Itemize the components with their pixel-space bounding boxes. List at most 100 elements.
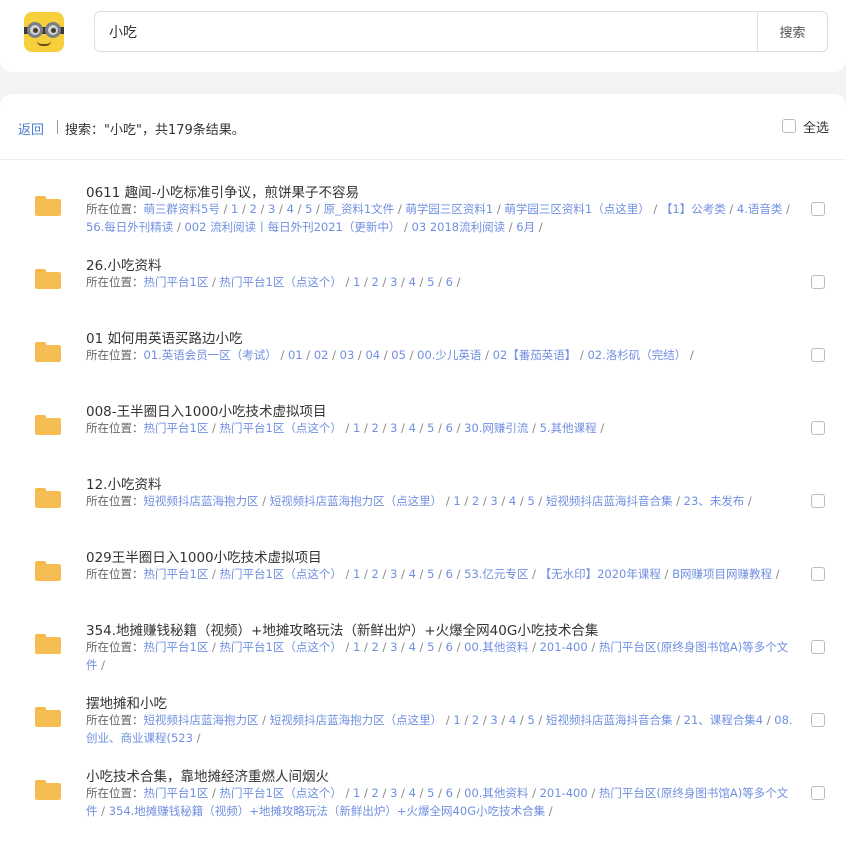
path-segment-link[interactable]: 201-400 bbox=[540, 640, 588, 654]
result-title[interactable]: 008-王半圈日入1000小吃技术虚拟项目 bbox=[86, 400, 327, 420]
path-segment-link[interactable]: 5 bbox=[527, 713, 534, 727]
path-segment-link[interactable]: 热门平台1区（点这个） bbox=[220, 421, 342, 435]
path-segment-link[interactable]: 02【番茄英语】 bbox=[493, 348, 577, 362]
result-checkbox[interactable] bbox=[811, 348, 825, 362]
path-segment-link[interactable]: 2 bbox=[372, 421, 379, 435]
search-button[interactable]: 搜索 bbox=[757, 12, 827, 51]
path-segment-link[interactable]: 1 bbox=[453, 713, 460, 727]
path-segment-link[interactable]: 01.英语会员一区（考试） bbox=[144, 348, 277, 362]
path-segment-link[interactable]: 2 bbox=[372, 275, 379, 289]
path-segment-link[interactable]: 热门平台1区（点这个） bbox=[220, 567, 342, 581]
select-all-box[interactable] bbox=[782, 119, 796, 133]
minion-logo-icon[interactable] bbox=[24, 12, 64, 52]
path-segment-link[interactable]: 002 流利阅读丨每日外刊2021（更新中） bbox=[184, 220, 400, 234]
path-segment-link[interactable]: 30.网赚引流 bbox=[464, 421, 528, 435]
result-checkbox[interactable] bbox=[811, 640, 825, 654]
path-segment-link[interactable]: 短视频抖店蓝海抱力区（点这里） bbox=[270, 713, 443, 727]
path-segment-link[interactable]: 4 bbox=[409, 275, 416, 289]
result-row[interactable]: 354.地摊赚钱秘籍（视频）+地摊攻略玩法（新鲜出炉）+火爆全网40G小吃技术合… bbox=[0, 599, 846, 672]
result-row[interactable]: 12.小吃资料 所在位置：短视频抖店蓝海抱力区 / 短视频抖店蓝海抱力区（点这里）… bbox=[0, 453, 846, 526]
path-segment-link[interactable]: 354.地摊赚钱秘籍（视频）+地摊攻略玩法（新鲜出炉）+火爆全网40G小吃技术合… bbox=[109, 804, 545, 818]
path-segment-link[interactable]: 03 bbox=[340, 348, 355, 362]
path-segment-link[interactable]: 4 bbox=[287, 202, 294, 216]
path-segment-link[interactable]: 短视频抖店蓝海抖音合集 bbox=[546, 713, 673, 727]
result-checkbox[interactable] bbox=[811, 202, 825, 216]
result-title[interactable]: 12.小吃资料 bbox=[86, 473, 161, 493]
path-segment-link[interactable]: 【无水印】2020年课程 bbox=[540, 567, 661, 581]
path-segment-link[interactable]: 热门平台1区 bbox=[144, 786, 209, 800]
result-title[interactable]: 029王半圈日入1000小吃技术虚拟项目 bbox=[86, 546, 322, 566]
path-segment-link[interactable]: 热门平台1区（点这个） bbox=[220, 275, 342, 289]
back-link[interactable]: 返回 bbox=[18, 119, 44, 138]
result-checkbox[interactable] bbox=[811, 786, 825, 800]
path-segment-link[interactable]: 热门平台1区 bbox=[144, 275, 209, 289]
result-row[interactable]: 008-王半圈日入1000小吃技术虚拟项目 所在位置：热门平台1区 / 热门平台1… bbox=[0, 380, 846, 453]
path-segment-link[interactable]: 4.语音类 bbox=[737, 202, 782, 216]
result-title[interactable]: 354.地摊赚钱秘籍（视频）+地摊攻略玩法（新鲜出炉）+火爆全网40G小吃技术合… bbox=[86, 619, 598, 639]
path-segment-link[interactable]: 00.其他资料 bbox=[464, 786, 528, 800]
path-segment-link[interactable]: 53.亿元专区 bbox=[464, 567, 528, 581]
path-segment-link[interactable]: 3 bbox=[490, 713, 497, 727]
result-row[interactable]: 26.小吃资料 所在位置：热门平台1区 / 热门平台1区（点这个） / 1 / 2… bbox=[0, 234, 846, 307]
path-segment-link[interactable]: 02 bbox=[314, 348, 329, 362]
select-all-checkbox[interactable]: 全选 bbox=[782, 118, 829, 136]
path-segment-link[interactable]: 00.少儿英语 bbox=[417, 348, 481, 362]
result-title[interactable]: 26.小吃资料 bbox=[86, 254, 161, 274]
path-segment-link[interactable]: 1 bbox=[453, 494, 460, 508]
path-segment-link[interactable]: 6月 bbox=[516, 220, 535, 234]
result-row[interactable]: 01 如何用英语买路边小吃 所在位置：01.英语会员一区（考试） / 01 / 0… bbox=[0, 307, 846, 380]
path-segment-link[interactable]: 6 bbox=[446, 275, 453, 289]
path-segment-link[interactable]: 2 bbox=[372, 786, 379, 800]
path-segment-link[interactable]: 3 bbox=[490, 494, 497, 508]
result-checkbox[interactable] bbox=[811, 494, 825, 508]
path-segment-link[interactable]: 5 bbox=[527, 494, 534, 508]
result-checkbox[interactable] bbox=[811, 421, 825, 435]
path-segment-link[interactable]: 4 bbox=[409, 567, 416, 581]
path-segment-link[interactable]: 短视频抖店蓝海抖音合集 bbox=[546, 494, 673, 508]
path-segment-link[interactable]: 04 bbox=[365, 348, 380, 362]
path-segment-link[interactable]: 【1】公考类 bbox=[661, 202, 726, 216]
path-segment-link[interactable]: 热门平台1区（点这个） bbox=[220, 786, 342, 800]
path-segment-link[interactable]: 热门平台1区 bbox=[144, 421, 209, 435]
path-segment-link[interactable]: 4 bbox=[409, 786, 416, 800]
path-segment-link[interactable]: 短视频抖店蓝海抱力区 bbox=[144, 713, 259, 727]
path-segment-link[interactable]: 6 bbox=[446, 640, 453, 654]
path-segment-link[interactable]: 2 bbox=[372, 567, 379, 581]
result-row[interactable]: 小吃技术合集，靠地摊经济重燃人间烟火 所在位置：热门平台1区 / 热门平台1区（点… bbox=[0, 745, 846, 818]
path-segment-link[interactable]: B网赚项目网赚教程 bbox=[672, 567, 772, 581]
path-segment-link[interactable]: 01 bbox=[288, 348, 303, 362]
path-segment-link[interactable]: 短视频抖店蓝海抱力区（点这里） bbox=[270, 494, 443, 508]
result-title[interactable]: 0611 趣闻-小吃标准引争议，煎饼果子不容易 bbox=[86, 181, 359, 201]
path-segment-link[interactable]: 02.洛杉矶（完结） bbox=[587, 348, 686, 362]
result-title[interactable]: 摆地摊和小吃 bbox=[86, 692, 167, 712]
path-segment-link[interactable]: 2 bbox=[372, 640, 379, 654]
path-segment-link[interactable]: 萌学园三区资料1 bbox=[405, 202, 493, 216]
path-segment-link[interactable]: 21、课程合集4 bbox=[684, 713, 763, 727]
path-segment-link[interactable]: 03 2018流利阅读 bbox=[412, 220, 506, 234]
path-segment-link[interactable]: 2 bbox=[250, 202, 257, 216]
path-segment-link[interactable]: 短视频抖店蓝海抱力区 bbox=[144, 494, 259, 508]
path-segment-link[interactable]: 6 bbox=[446, 786, 453, 800]
path-segment-link[interactable]: 热门平台1区（点这个） bbox=[220, 640, 342, 654]
path-segment-link[interactable]: 05 bbox=[391, 348, 406, 362]
path-segment-link[interactable]: 4 bbox=[409, 640, 416, 654]
path-segment-link[interactable]: 热门平台1区 bbox=[144, 640, 209, 654]
result-checkbox[interactable] bbox=[811, 713, 825, 727]
path-segment-link[interactable]: 萌学园三区资料1（点这里） bbox=[504, 202, 649, 216]
path-segment-link[interactable]: 6 bbox=[446, 567, 453, 581]
path-segment-link[interactable]: 萌三群资料5号 bbox=[144, 202, 220, 216]
result-checkbox[interactable] bbox=[811, 275, 825, 289]
path-segment-link[interactable]: 6 bbox=[446, 421, 453, 435]
path-segment-link[interactable]: 201-400 bbox=[540, 786, 588, 800]
path-segment-link[interactable]: 5.其他课程 bbox=[540, 421, 597, 435]
result-row[interactable]: 摆地摊和小吃 所在位置：短视频抖店蓝海抱力区 / 短视频抖店蓝海抱力区（点这里） … bbox=[0, 672, 846, 745]
path-segment-link[interactable]: 热门平台1区 bbox=[144, 567, 209, 581]
result-row[interactable]: 029王半圈日入1000小吃技术虚拟项目 所在位置：热门平台1区 / 热门平台1区… bbox=[0, 526, 846, 599]
result-row[interactable]: 0611 趣闻-小吃标准引争议，煎饼果子不容易 所在位置：萌三群资料5号 / 1 … bbox=[0, 161, 846, 234]
path-segment-link[interactable]: 00.其他资料 bbox=[464, 640, 528, 654]
search-input[interactable] bbox=[95, 12, 759, 51]
result-title[interactable]: 01 如何用英语买路边小吃 bbox=[86, 327, 242, 347]
result-checkbox[interactable] bbox=[811, 567, 825, 581]
path-segment-link[interactable]: 4 bbox=[409, 421, 416, 435]
result-title[interactable]: 小吃技术合集，靠地摊经济重燃人间烟火 bbox=[86, 765, 329, 785]
